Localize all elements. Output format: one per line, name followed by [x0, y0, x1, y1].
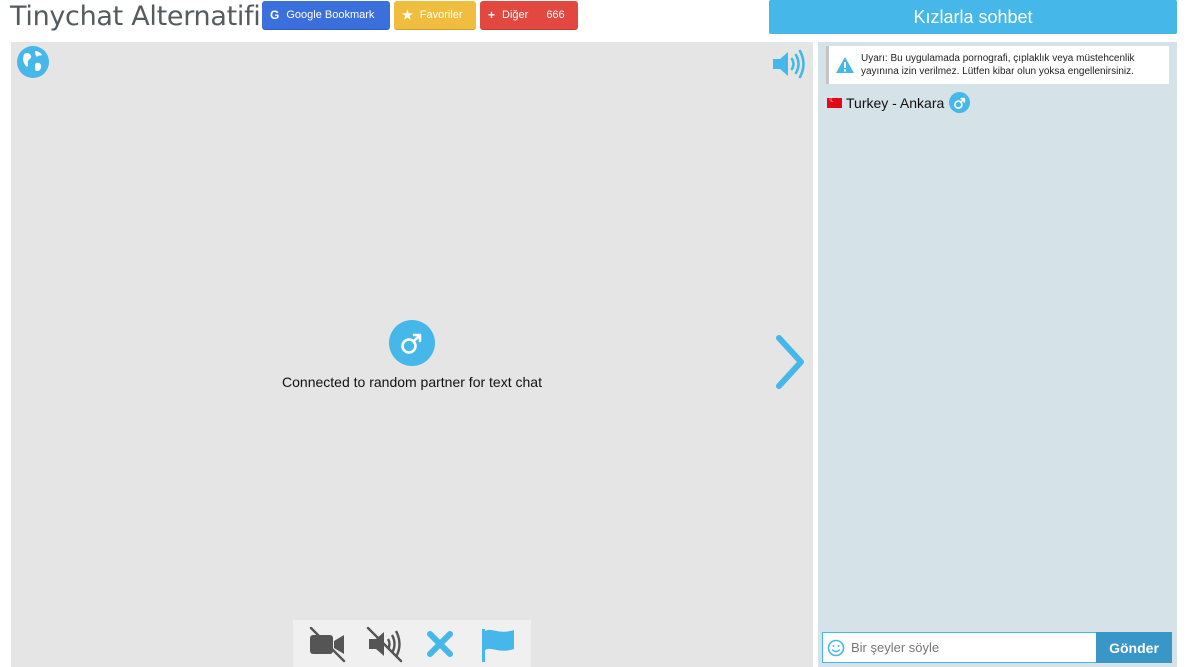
share-count: 666	[546, 9, 565, 21]
warning-icon	[836, 57, 854, 73]
sound-toggle-button[interactable]	[363, 624, 405, 664]
plus-icon: +	[488, 8, 496, 22]
connection-status: Connected to random partner for text cha…	[11, 320, 813, 390]
partner-info: Turkey - Ankara	[827, 92, 971, 113]
close-icon	[427, 630, 454, 657]
favorites-label: Favoriler	[419, 9, 463, 21]
more-label: Diğer	[502, 9, 529, 21]
favorites-button[interactable]: ★ Favoriler	[394, 1, 476, 30]
girls-chat-button[interactable]: Kızlarla sohbet	[769, 0, 1177, 34]
globe-icon[interactable]	[16, 45, 50, 79]
star-icon: ★	[402, 8, 413, 22]
warning-text: Uyarı: Bu uygulamada pornografi, çıplakl…	[861, 53, 1135, 77]
chat-message-input[interactable]	[851, 640, 1096, 655]
partner-location: Turkey - Ankara	[846, 94, 945, 111]
site-title[interactable]: Tinychat Alternatifi	[10, 0, 261, 34]
chat-input-wrapper	[822, 632, 1096, 663]
smiley-icon[interactable]	[827, 639, 845, 657]
turkey-flag-icon	[827, 95, 842, 108]
status-text: Connected to random partner for text cha…	[282, 374, 542, 390]
sound-off-icon	[366, 626, 402, 662]
page: Tinychat Alternatifi G Google Bookmark ★…	[0, 0, 1200, 667]
chat-panel: Uyarı: Bu uygulamada pornografi, çıplakl…	[818, 42, 1177, 667]
close-chat-button[interactable]	[419, 624, 461, 664]
partner-male-icon	[949, 92, 971, 113]
send-button[interactable]: Gönder	[1096, 632, 1172, 663]
next-arrow-icon[interactable]	[773, 334, 807, 390]
report-button[interactable]	[476, 624, 518, 664]
speaker-icon[interactable]	[771, 49, 807, 79]
google-icon: G	[270, 8, 280, 22]
video-controls	[293, 620, 531, 667]
chat-input-row: Gönder	[822, 632, 1172, 663]
male-icon	[389, 320, 435, 366]
warning-notice: Uyarı: Bu uygulamada pornografi, çıplakl…	[826, 46, 1169, 84]
camera-off-icon	[310, 626, 346, 662]
camera-toggle-button[interactable]	[306, 624, 348, 664]
flag-icon	[481, 628, 514, 662]
google-bookmark-button[interactable]: G Google Bookmark	[262, 1, 390, 30]
google-bookmark-label: Google Bookmark	[286, 9, 375, 21]
more-share-button[interactable]: + Diğer 666	[480, 1, 578, 30]
video-area: Connected to random partner for text cha…	[11, 42, 813, 667]
